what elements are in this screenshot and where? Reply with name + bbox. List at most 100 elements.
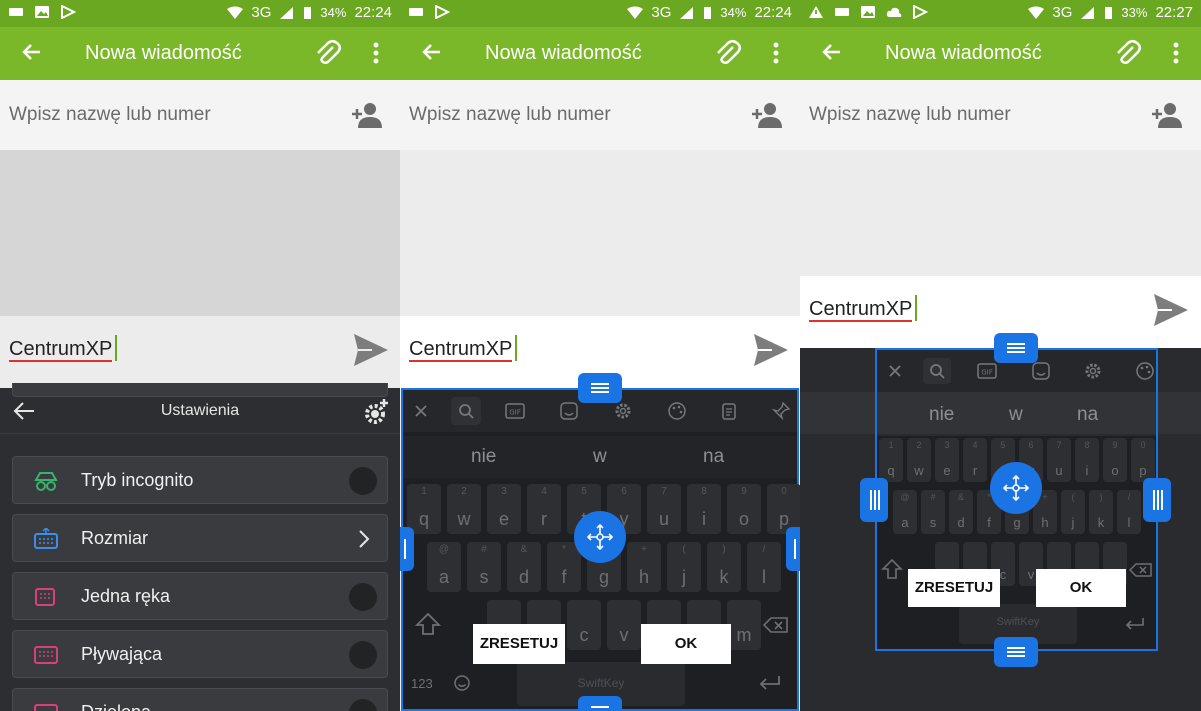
- resize-handle-bottom[interactable]: [578, 696, 622, 711]
- move-keyboard-button[interactable]: [990, 462, 1042, 514]
- key-e[interactable]: 3e: [935, 438, 959, 482]
- more-options-icon[interactable]: [366, 40, 386, 66]
- settings-row-incognito[interactable]: Tryb incognito: [12, 456, 388, 504]
- suggestion-3[interactable]: na: [1077, 404, 1098, 426]
- key-q[interactable]: 1q: [407, 484, 441, 534]
- move-keyboard-button[interactable]: [574, 511, 626, 563]
- suggestion-2[interactable]: w: [1009, 404, 1023, 426]
- key-a[interactable]: @ a: [893, 490, 917, 534]
- key-u[interactable]: 7u: [647, 484, 681, 534]
- attach-icon[interactable]: [312, 38, 342, 68]
- back-arrow-icon[interactable]: [820, 40, 844, 64]
- split-toggle[interactable]: [349, 699, 377, 711]
- pin-icon[interactable]: [771, 401, 791, 421]
- suggestion-1[interactable]: nie: [929, 404, 954, 426]
- message-input[interactable]: CentrumXP: [0, 316, 400, 388]
- key-k[interactable]: ) k: [707, 542, 741, 592]
- resize-handle-top[interactable]: [994, 333, 1038, 363]
- settings-row-size[interactable]: Rozmiar: [12, 514, 388, 562]
- add-contact-icon[interactable]: [1150, 100, 1184, 130]
- close-icon[interactable]: [885, 361, 905, 381]
- key-d[interactable]: & d: [949, 490, 973, 534]
- enter-icon[interactable]: [1123, 616, 1147, 632]
- suggestion-2[interactable]: w: [593, 446, 607, 468]
- recipient-field[interactable]: Wpisz nazwę lub numer: [0, 80, 400, 150]
- resize-handle-left[interactable]: [860, 478, 888, 522]
- gif-icon[interactable]: GIF: [977, 361, 997, 381]
- numbers-key[interactable]: 123: [411, 676, 433, 691]
- settings-row-one-hand[interactable]: Jedna ręka: [12, 572, 388, 620]
- backspace-icon[interactable]: [763, 616, 789, 634]
- key-l[interactable]: / l: [747, 542, 781, 592]
- ok-button[interactable]: OK: [1036, 569, 1126, 607]
- resize-handle-right[interactable]: [786, 527, 800, 571]
- add-contact-icon[interactable]: [750, 100, 784, 130]
- key-j[interactable]: (j: [667, 542, 701, 592]
- gif-icon[interactable]: GIF: [505, 401, 525, 421]
- resize-handle-top[interactable]: [578, 373, 622, 403]
- key-e[interactable]: 3e: [487, 484, 521, 534]
- settings-row-floating[interactable]: Pływająca: [12, 630, 388, 678]
- send-icon[interactable]: [752, 332, 790, 368]
- sticker-icon[interactable]: [559, 401, 579, 421]
- key-r[interactable]: 4r: [963, 438, 987, 482]
- key-u[interactable]: 7u: [1047, 438, 1071, 482]
- key-p[interactable]: 0p: [1131, 438, 1155, 482]
- back-arrow-icon[interactable]: [20, 40, 44, 64]
- settings-row-split[interactable]: Dzielona: [12, 688, 388, 711]
- suggestion-1[interactable]: nie: [471, 446, 496, 468]
- attach-icon[interactable]: [1112, 38, 1142, 68]
- floating-toggle[interactable]: [349, 641, 377, 669]
- key-i[interactable]: 8i: [1075, 438, 1099, 482]
- resize-handle-right[interactable]: [1143, 478, 1171, 522]
- key-o[interactable]: 9o: [727, 484, 761, 534]
- key-o[interactable]: 9o: [1103, 438, 1127, 482]
- more-options-icon[interactable]: [766, 40, 786, 66]
- key-f[interactable]: * f: [547, 542, 581, 592]
- reset-button[interactable]: ZRESETUJ: [473, 624, 565, 664]
- suggestion-3[interactable]: na: [703, 446, 724, 468]
- key-k[interactable]: ) k: [1089, 490, 1113, 534]
- send-icon[interactable]: [1152, 292, 1190, 328]
- close-icon[interactable]: [411, 401, 431, 421]
- sticker-icon[interactable]: [1031, 361, 1051, 381]
- theme-palette-icon[interactable]: [667, 401, 687, 421]
- key-j[interactable]: (j: [1061, 490, 1085, 534]
- key-s[interactable]: # s: [921, 490, 945, 534]
- key-c[interactable]: c: [567, 600, 601, 650]
- key-w[interactable]: 2w: [447, 484, 481, 534]
- reset-button[interactable]: ZRESETUJ: [908, 569, 1000, 607]
- enter-icon[interactable]: [757, 674, 783, 692]
- recipient-field[interactable]: Wpisz nazwę lub numer: [800, 80, 1201, 150]
- search-icon[interactable]: [923, 358, 951, 384]
- key-d[interactable]: & d: [507, 542, 541, 592]
- theme-palette-icon[interactable]: [1135, 361, 1155, 381]
- search-icon[interactable]: [451, 397, 481, 425]
- shift-icon[interactable]: [881, 558, 903, 580]
- key-i[interactable]: 8i: [687, 484, 721, 534]
- gear-icon[interactable]: [1083, 361, 1103, 381]
- attach-icon[interactable]: [712, 38, 742, 68]
- clipboard-icon[interactable]: [719, 401, 739, 421]
- gear-icon[interactable]: [613, 401, 633, 421]
- recipient-field[interactable]: Wpisz nazwę lub numer: [400, 80, 800, 150]
- back-arrow-icon[interactable]: [420, 40, 444, 64]
- emoji-icon[interactable]: [453, 674, 471, 692]
- shift-icon[interactable]: [415, 612, 441, 636]
- send-icon[interactable]: [352, 332, 390, 368]
- backspace-icon[interactable]: [1129, 562, 1153, 578]
- key-v[interactable]: v: [607, 600, 641, 650]
- resize-handle-bottom[interactable]: [994, 637, 1038, 667]
- one-hand-toggle[interactable]: [349, 583, 377, 611]
- resize-handle-left[interactable]: [400, 527, 414, 571]
- key-a[interactable]: @ a: [427, 542, 461, 592]
- add-contact-icon[interactable]: [350, 100, 384, 130]
- key-q[interactable]: 1q: [879, 438, 903, 482]
- key-m[interactable]: m: [727, 600, 761, 650]
- incognito-toggle[interactable]: [349, 467, 377, 495]
- key-l[interactable]: / l: [1117, 490, 1141, 534]
- key-r[interactable]: 4r: [527, 484, 561, 534]
- more-options-icon[interactable]: [1166, 40, 1186, 66]
- key-s[interactable]: # s: [467, 542, 501, 592]
- key-w[interactable]: 2w: [907, 438, 931, 482]
